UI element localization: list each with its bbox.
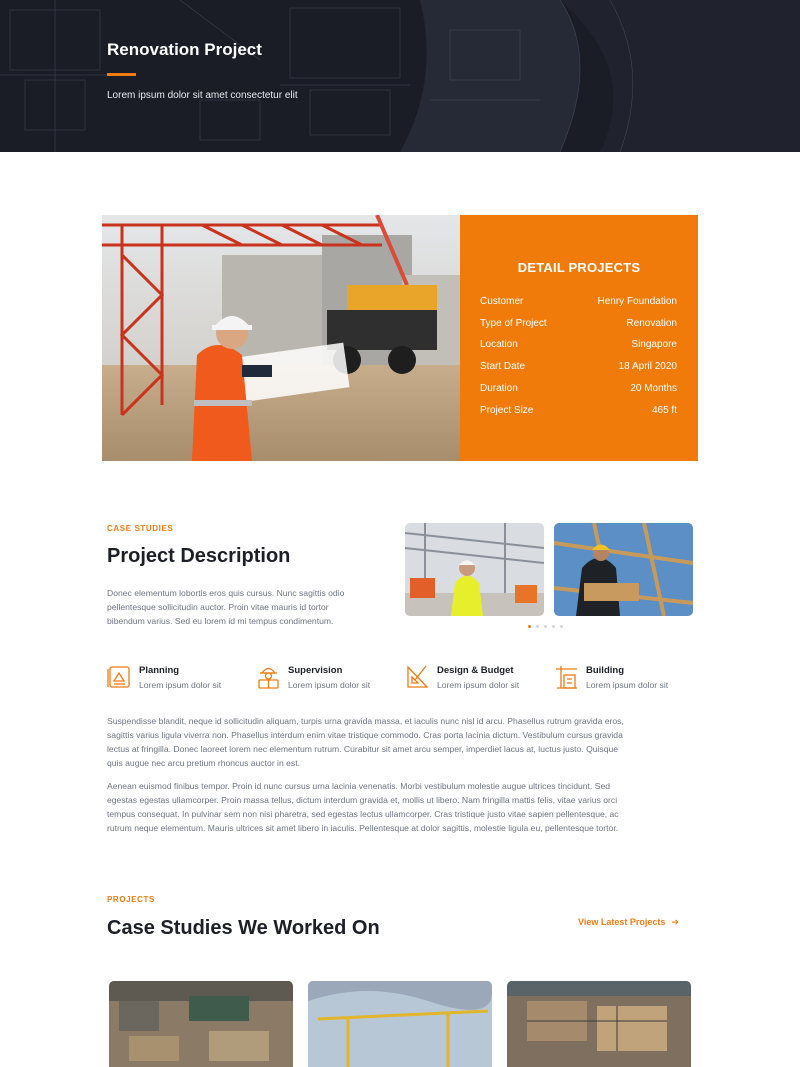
link-label: View Latest Projects [578, 917, 666, 927]
detail-row-type: Type of Project Renovation [480, 318, 677, 334]
detail-label: Type of Project [480, 318, 547, 329]
project-description-intro: Donec elementum lobortis eros quis cursu… [107, 588, 345, 626]
feature-planning: Planning Lorem ipsum dolor sit [107, 662, 252, 694]
arrow-right-icon: ➔ [671, 917, 679, 927]
detail-value: 18 April 2020 [618, 361, 677, 372]
feature-subtitle: Lorem ipsum dolor sit [586, 680, 669, 690]
detail-label: Duration [480, 383, 518, 394]
feature-title: Supervision [288, 665, 343, 676]
project-description-title: Project Description [107, 545, 291, 567]
page-hero: Renovation Project Lorem ipsum dolor sit… [0, 0, 800, 152]
page-title: Renovation Project [107, 40, 262, 59]
project-card-1[interactable] [109, 981, 293, 1067]
feature-subtitle: Lorem ipsum dolor sit [139, 680, 222, 690]
project-photo [102, 215, 460, 461]
projects-title: Case Studies We Worked On [107, 917, 380, 939]
carpenter-frame-image [554, 523, 693, 616]
detail-value: Singapore [631, 339, 677, 350]
detail-value: Renovation [626, 318, 677, 329]
pagination-dot[interactable] [536, 625, 539, 628]
drafting-tools-icon [407, 665, 429, 688]
detail-value: Henry Foundation [597, 296, 678, 307]
pagination-dot[interactable] [528, 625, 531, 628]
pagination-dot[interactable] [544, 625, 547, 628]
feature-title: Building [586, 665, 624, 676]
page-subtitle: Lorem ipsum dolor sit amet consectetur e… [107, 90, 298, 101]
detail-value: 20 Months [630, 383, 677, 394]
pagination-dot[interactable] [560, 625, 563, 628]
detail-row-start-date: Start Date 18 April 2020 [480, 361, 677, 377]
view-latest-projects-link[interactable]: View Latest Projects ➔ [578, 917, 679, 928]
feature-subtitle: Lorem ipsum dolor sit [437, 680, 520, 690]
title-underline [107, 73, 136, 76]
construction-site-image [109, 981, 293, 1067]
feature-title: Design & Budget [437, 665, 514, 676]
worker-warehouse-image [405, 523, 544, 616]
gallery-slide-2[interactable] [554, 523, 693, 616]
detail-row-customer: Customer Henry Foundation [480, 296, 677, 312]
detail-value: 465 ft [651, 405, 677, 416]
worker-crane-image [102, 215, 460, 461]
pagination-dot[interactable] [552, 625, 555, 628]
detail-label: Project Size [480, 405, 534, 416]
detail-label: Start Date [480, 361, 526, 372]
description-paragraph-1: Suspendisse blandit, neque id sollicitud… [107, 716, 624, 768]
details-title: DETAIL PROJECTS [517, 260, 641, 275]
projects-eyebrow: PROJECTS [107, 895, 155, 904]
detail-label: Location [480, 339, 518, 350]
gallery-slide-1[interactable] [405, 523, 544, 616]
feature-design-budget: Design & Budget Lorem ipsum dolor sit [405, 662, 550, 694]
detail-label: Customer [480, 296, 524, 307]
detail-row-duration: Duration 20 Months [480, 383, 677, 399]
feature-title: Planning [139, 665, 180, 676]
blueprint-icon [107, 666, 130, 688]
project-card-2[interactable] [308, 981, 492, 1067]
case-studies-eyebrow: CASE STUDIES [107, 524, 174, 533]
detail-row-location: Location Singapore [480, 339, 677, 355]
aerial-site-image [507, 981, 691, 1067]
feature-subtitle: Lorem ipsum dolor sit [288, 680, 371, 690]
project-card-3[interactable] [507, 981, 691, 1067]
building-icon [556, 666, 577, 689]
feature-building: Building Lorem ipsum dolor sit [554, 662, 699, 694]
crane-sky-image [308, 981, 492, 1067]
description-paragraph-2: Aenean euismod finibus tempor. Proin id … [107, 781, 619, 833]
blueprint-background [0, 0, 800, 152]
project-details-panel: DETAIL PROJECTS Customer Henry Foundatio… [460, 215, 698, 461]
gallery-pagination [528, 625, 563, 628]
engineer-icon [258, 667, 279, 689]
feature-supervision: Supervision Lorem ipsum dolor sit [256, 662, 401, 694]
detail-row-project-size: Project Size 465 ft [480, 405, 677, 421]
